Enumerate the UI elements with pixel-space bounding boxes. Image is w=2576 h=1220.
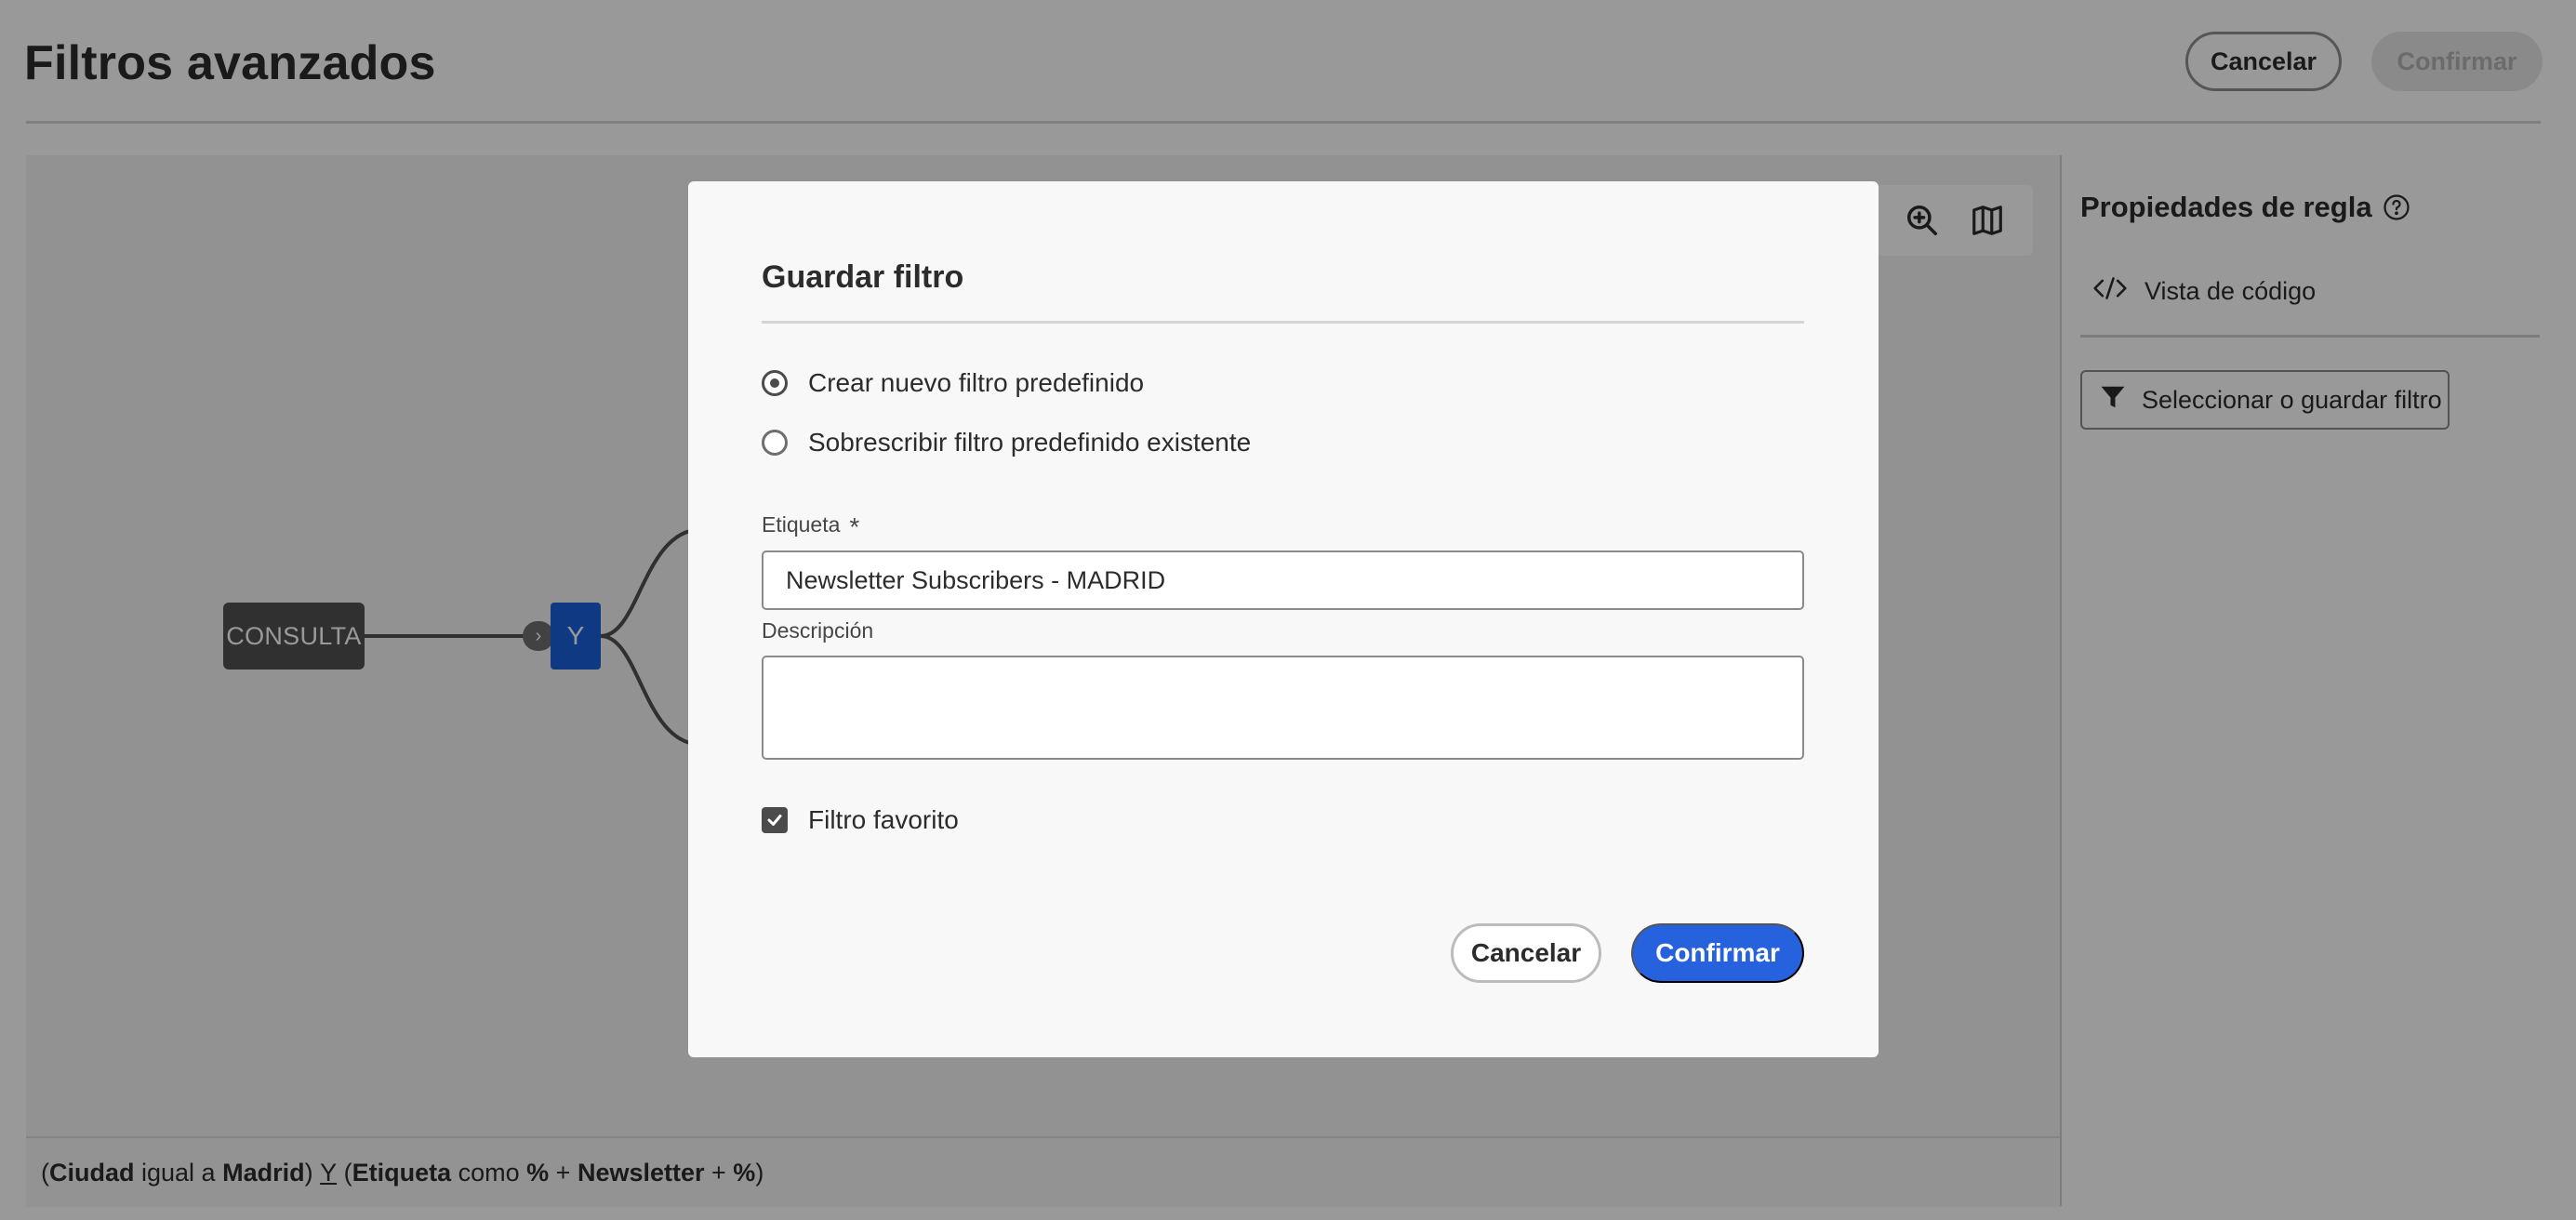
radio-create-new-filter[interactable]: Crear nuevo filtro predefinido [762, 368, 1144, 398]
description-field-label: Descripción [762, 618, 874, 643]
label-field-text: Etiqueta [762, 512, 841, 537]
radio-button[interactable] [762, 370, 788, 396]
label-input[interactable]: Newsletter Subscribers - MADRID [762, 550, 1804, 610]
favorite-filter-checkbox-row[interactable]: Filtro favorito [762, 805, 959, 835]
favorite-checkbox[interactable] [762, 807, 788, 833]
radio-label: Crear nuevo filtro predefinido [808, 368, 1145, 397]
radio-button[interactable] [762, 430, 788, 456]
required-mark: * [849, 512, 860, 541]
dialog-cancel-button[interactable]: Cancelar [1451, 923, 1601, 983]
save-filter-dialog: Guardar filtro Crear nuevo filtro predef… [688, 181, 1879, 1057]
favorite-label: Filtro favorito [808, 805, 959, 834]
checkmark-icon [767, 815, 782, 826]
description-textarea[interactable] [762, 656, 1804, 760]
dialog-confirm-button[interactable]: Confirmar [1631, 923, 1804, 983]
radio-label: Sobrescribir filtro predefinido existent… [808, 428, 1252, 457]
radio-overwrite-filter[interactable]: Sobrescribir filtro predefinido existent… [762, 428, 1251, 458]
label-field-label: Etiqueta * [762, 512, 859, 542]
dialog-title: Guardar filtro [762, 259, 964, 295]
dialog-divider [762, 321, 1804, 324]
